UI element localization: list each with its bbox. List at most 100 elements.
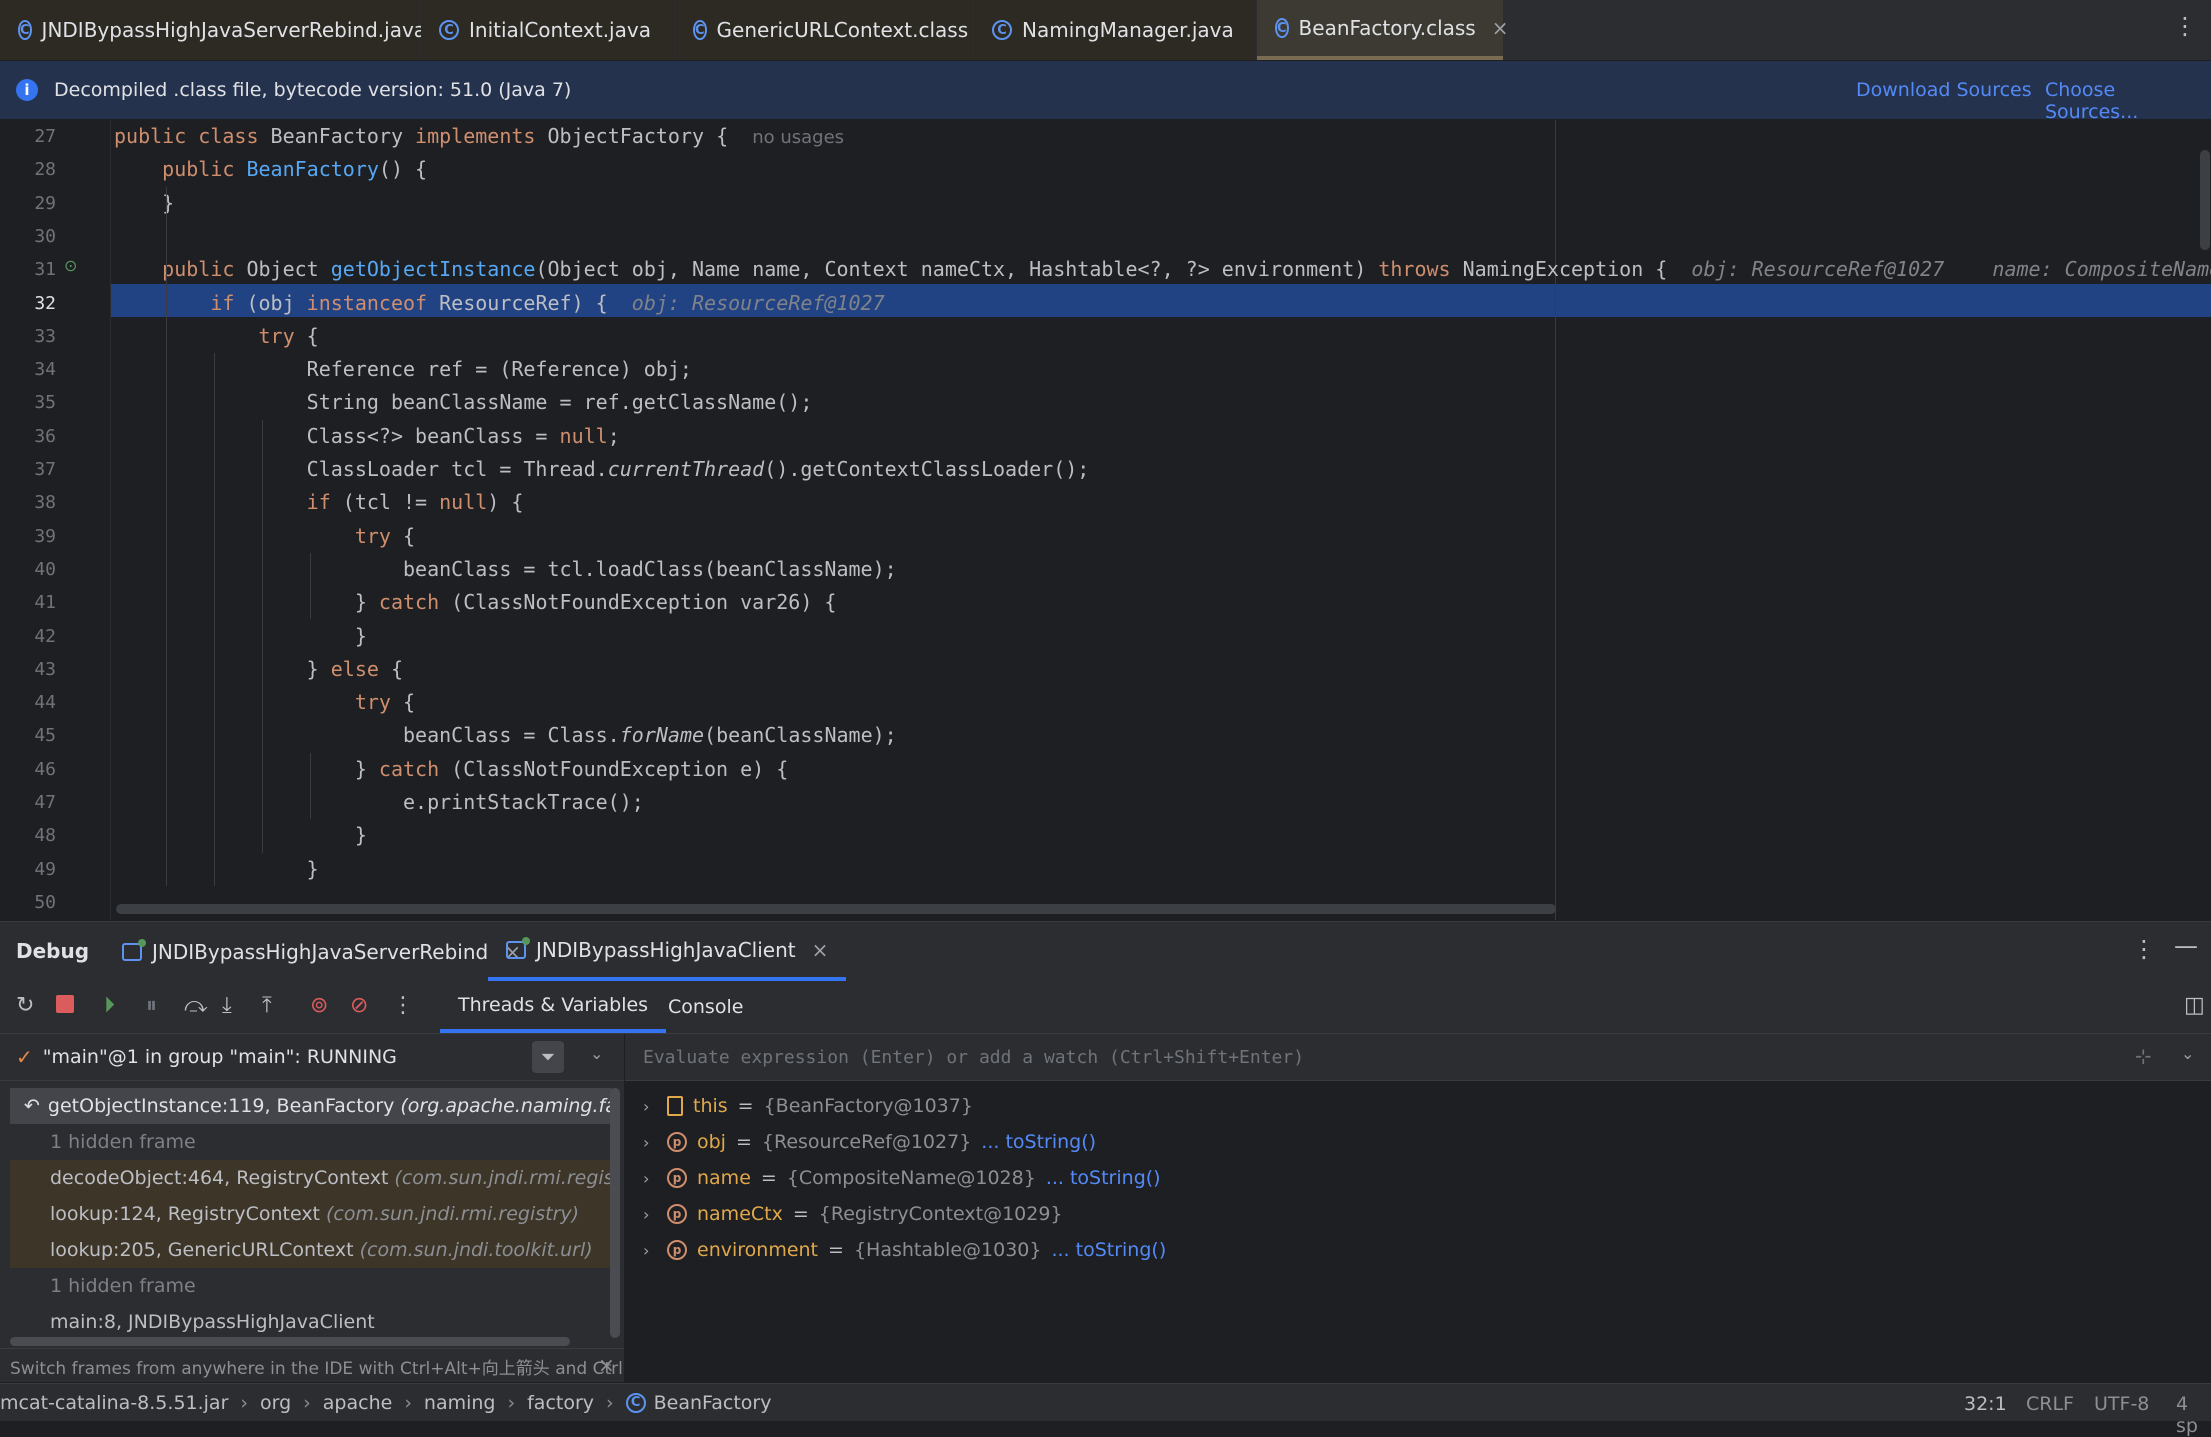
override-gutter-icon[interactable]: ⊙ (64, 256, 77, 275)
line-number[interactable]: 35 (0, 386, 56, 419)
frames-horizontal-scrollbar[interactable] (10, 1337, 570, 1346)
code-line[interactable]: try { (114, 520, 415, 553)
filter-icon[interactable]: ⏷ (532, 1041, 564, 1073)
line-number[interactable]: 48 (0, 819, 56, 852)
code-line[interactable]: if (tcl != null) { (114, 486, 524, 519)
chevron-right-icon[interactable]: › (643, 1241, 657, 1260)
line-number-gutter[interactable]: 27 28 29 30 31 32 33 34 35 36 37 38 39 40 41 42 43 44 45 46… (0, 120, 111, 920)
stack-frame[interactable]: lookup:205, GenericURLContext (com.sun.jn… (10, 1232, 612, 1268)
line-number[interactable]: 33 (0, 320, 56, 353)
stack-frame[interactable]: lookup:124, RegistryContext (com.sun.jndi… (10, 1196, 612, 1232)
breadcrumb-item[interactable]: mcat-catalina-8.5.51.jar (0, 1392, 228, 1414)
chevron-down-icon[interactable]: ⌄ (2181, 1044, 2194, 1063)
vertical-scrollbar[interactable] (2200, 150, 2210, 250)
variable-row[interactable]: › p nameCtx = {RegistryContext@1029} (643, 1196, 1063, 1232)
code-line[interactable]: ClassLoader tcl = Thread.currentThread()… (114, 453, 1090, 486)
stack-frame[interactable]: main:8, JNDIBypassHighJavaClient (10, 1304, 612, 1340)
caret-position[interactable]: 32:1 (1964, 1393, 2007, 1415)
code-line[interactable]: } (114, 853, 319, 886)
line-number[interactable]: 40 (0, 553, 56, 586)
breadcrumb-item[interactable]: org (260, 1392, 291, 1414)
step-into-icon[interactable]: ⤓ (222, 993, 232, 1018)
code-editor[interactable]: 27 28 29 30 31 32 33 34 35 36 37 38 39 40 41 42 43 44 45 46… (0, 120, 2211, 920)
layout-icon[interactable]: ◫ (2184, 993, 2205, 1018)
chevron-right-icon[interactable]: › (643, 1097, 657, 1116)
breadcrumb-item[interactable]: BeanFactory (654, 1392, 772, 1414)
line-number[interactable]: 28 (0, 153, 56, 186)
code-line[interactable]: Reference ref = (Reference) obj; (114, 353, 692, 386)
line-number[interactable]: 37 (0, 453, 56, 486)
session-tab-client[interactable]: JNDIBypassHighJavaClient × (488, 922, 847, 981)
line-number[interactable]: 31 (0, 253, 56, 286)
tab-genericurlcontext[interactable]: C GenericURLContext.class (675, 0, 973, 60)
close-icon[interactable]: × (812, 938, 829, 962)
line-number[interactable]: 49 (0, 853, 56, 886)
download-sources-link[interactable]: Download Sources (1856, 79, 2032, 101)
step-over-icon[interactable]: ⤼ (184, 993, 208, 1018)
line-number[interactable]: 29 (0, 187, 56, 220)
frames-vertical-scrollbar[interactable] (610, 1088, 620, 1338)
code-line[interactable]: beanClass = Class.forName(beanClassName)… (114, 719, 897, 752)
line-number[interactable]: 45 (0, 719, 56, 752)
breadcrumb-item[interactable]: naming (424, 1392, 496, 1414)
mute-breakpoints-icon[interactable]: ⊘ (350, 993, 368, 1018)
stop-icon[interactable] (56, 995, 74, 1013)
code-line[interactable]: beanClass = tcl.loadClass(beanClassName)… (114, 553, 897, 586)
line-number[interactable]: 47 (0, 786, 56, 819)
line-number[interactable]: 50 (0, 886, 56, 919)
minimize-icon[interactable]: — (2174, 932, 2198, 960)
code-line[interactable]: String beanClassName = ref.getClassName(… (114, 386, 813, 419)
hidden-frame-group[interactable]: 1 hidden frame (10, 1124, 652, 1160)
indent-setting[interactable]: 4 sp (2176, 1393, 2211, 1437)
choose-sources-link[interactable]: Choose Sources... (2045, 79, 2211, 123)
rerun-icon[interactable]: ↻ (16, 993, 34, 1018)
line-separator[interactable]: CRLF (2026, 1393, 2074, 1415)
line-number[interactable]: 30 (0, 220, 56, 253)
tab-initialcontext[interactable]: C InitialContext.java (421, 0, 674, 60)
step-out-icon[interactable]: ⤒ (262, 993, 272, 1018)
session-tab-server-rebind[interactable]: JNDIBypassHighJavaServerRebind × (118, 922, 525, 981)
variable-row[interactable]: › p environment = {Hashtable@1030} ... toStri… (643, 1232, 1166, 1268)
tab-beanfactory[interactable]: C BeanFactory.class × (1257, 0, 1508, 60)
pause-icon[interactable]: ⏸ (146, 993, 157, 1018)
tostring-link[interactable]: ... toString() (1046, 1167, 1161, 1189)
close-icon[interactable]: × (598, 1353, 615, 1377)
code-line[interactable]: } (114, 620, 367, 653)
hidden-frame-group[interactable]: 1 hidden frame (10, 1268, 652, 1304)
tostring-link[interactable]: ... toString() (1051, 1239, 1166, 1261)
code-line[interactable]: try { (114, 686, 415, 719)
close-icon[interactable]: × (1492, 16, 1509, 40)
code-line[interactable]: if (obj instanceof ResourceRef) { obj: R… (114, 287, 884, 320)
more-vertical-icon[interactable]: ⋮ (2173, 12, 2197, 40)
code-line[interactable]: } (114, 819, 367, 852)
breadcrumb-item[interactable]: factory (527, 1392, 594, 1414)
code-line[interactable]: public BeanFactory() { (114, 153, 427, 186)
variable-row[interactable]: › p name = {CompositeName@1028} ... toString(… (643, 1160, 1161, 1196)
code-line[interactable]: } catch (ClassNotFoundException e) { (114, 753, 789, 786)
file-encoding[interactable]: UTF-8 (2094, 1393, 2149, 1415)
chevron-right-icon[interactable]: › (643, 1133, 657, 1152)
line-number[interactable]: 42 (0, 620, 56, 653)
line-number[interactable]: 41 (0, 586, 56, 619)
variable-row[interactable]: › this = {BeanFactory@1037} (643, 1088, 973, 1124)
line-number[interactable]: 44 (0, 686, 56, 719)
more-vertical-icon[interactable]: ⋮ (392, 993, 414, 1018)
line-number[interactable]: 32 (0, 287, 56, 320)
code-line[interactable]: public Object getObjectInstance(Object o… (114, 253, 2211, 286)
stack-frame[interactable]: ↶ getObjectInstance:119, BeanFactory (org.… (10, 1088, 612, 1124)
code-line[interactable]: } catch (ClassNotFoundException var26) { (114, 586, 837, 619)
chevron-down-icon[interactable]: ⌄ (590, 1044, 603, 1063)
line-number[interactable]: 36 (0, 420, 56, 453)
code-line[interactable]: } else { (114, 653, 403, 686)
line-number[interactable]: 46 (0, 753, 56, 786)
breadcrumb-item[interactable]: apache (323, 1392, 393, 1414)
stack-frame[interactable]: decodeObject:464, RegistryContext (com.su… (10, 1160, 612, 1196)
line-number[interactable]: 39 (0, 520, 56, 553)
code-line[interactable]: public class BeanFactory implements Obje… (114, 120, 844, 153)
line-number[interactable]: 43 (0, 653, 56, 686)
add-watch-icon[interactable]: ⊹ (2135, 1044, 2152, 1068)
line-number[interactable]: 27 (0, 120, 56, 153)
line-number[interactable]: 34 (0, 353, 56, 386)
resume-icon[interactable]: ⏵ (104, 993, 115, 1018)
code-line[interactable]: try { (114, 320, 318, 353)
